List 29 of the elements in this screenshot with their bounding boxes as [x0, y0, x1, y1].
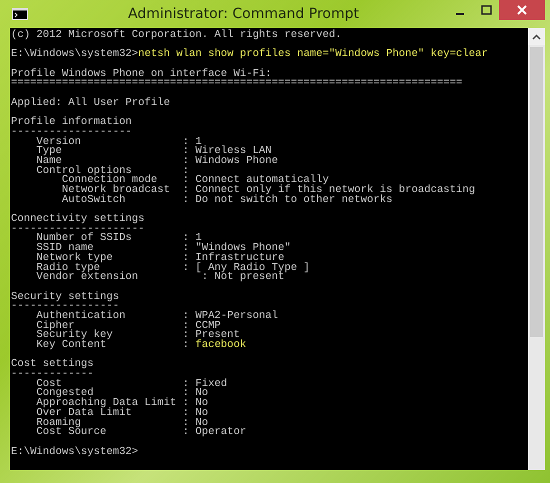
scroll-thumb[interactable]: [530, 47, 543, 337]
scroll-up-button[interactable]: [528, 28, 545, 45]
console-line: -------------: [11, 370, 94, 380]
console-line: Applied: All User Profile: [11, 98, 170, 108]
console-line: Cost Source : Operator: [35, 428, 246, 438]
console-line: Over Data Limit : No: [35, 408, 208, 418]
console-line: E:\Windows\system32>: [11, 448, 138, 458]
console-line: Security settings: [11, 292, 120, 302]
console-line: Cost settings: [11, 360, 94, 370]
close-icon: [517, 5, 527, 15]
console-line: Connectivity settings: [11, 215, 145, 225]
console-line: Network type : Infrastructure: [35, 254, 284, 264]
console-line: Profile Windows Phone on interface Wi-Fi:: [11, 70, 272, 80]
console-line: E:\Windows\system32>netsh wlan show profiles name="Windows Phone" key=clear: [11, 50, 488, 60]
maximize-icon: [480, 5, 492, 15]
console-line: AutoSwitch : Do not switch to other networks: [60, 196, 392, 206]
scrollbar[interactable]: [528, 28, 545, 470]
window-title: Administrator: Command Prompt: [127, 6, 360, 22]
console-line: Key Content : facebook: [35, 341, 246, 351]
console-line: (c) 2012 Microsoft Corporation. All rights reserved.: [11, 31, 342, 41]
console-line: Roaming : No: [35, 418, 208, 428]
minimize-icon: [456, 12, 464, 14]
console-line: Version : 1: [35, 138, 202, 148]
close-button[interactable]: [499, 0, 545, 20]
console-line: Vendor extension : Not present: [35, 273, 284, 283]
console-line: Profile information: [11, 118, 132, 128]
chevron-up-icon: [532, 34, 541, 40]
console-line: =======================================================================: [11, 79, 462, 90]
console-icon: [12, 8, 28, 20]
